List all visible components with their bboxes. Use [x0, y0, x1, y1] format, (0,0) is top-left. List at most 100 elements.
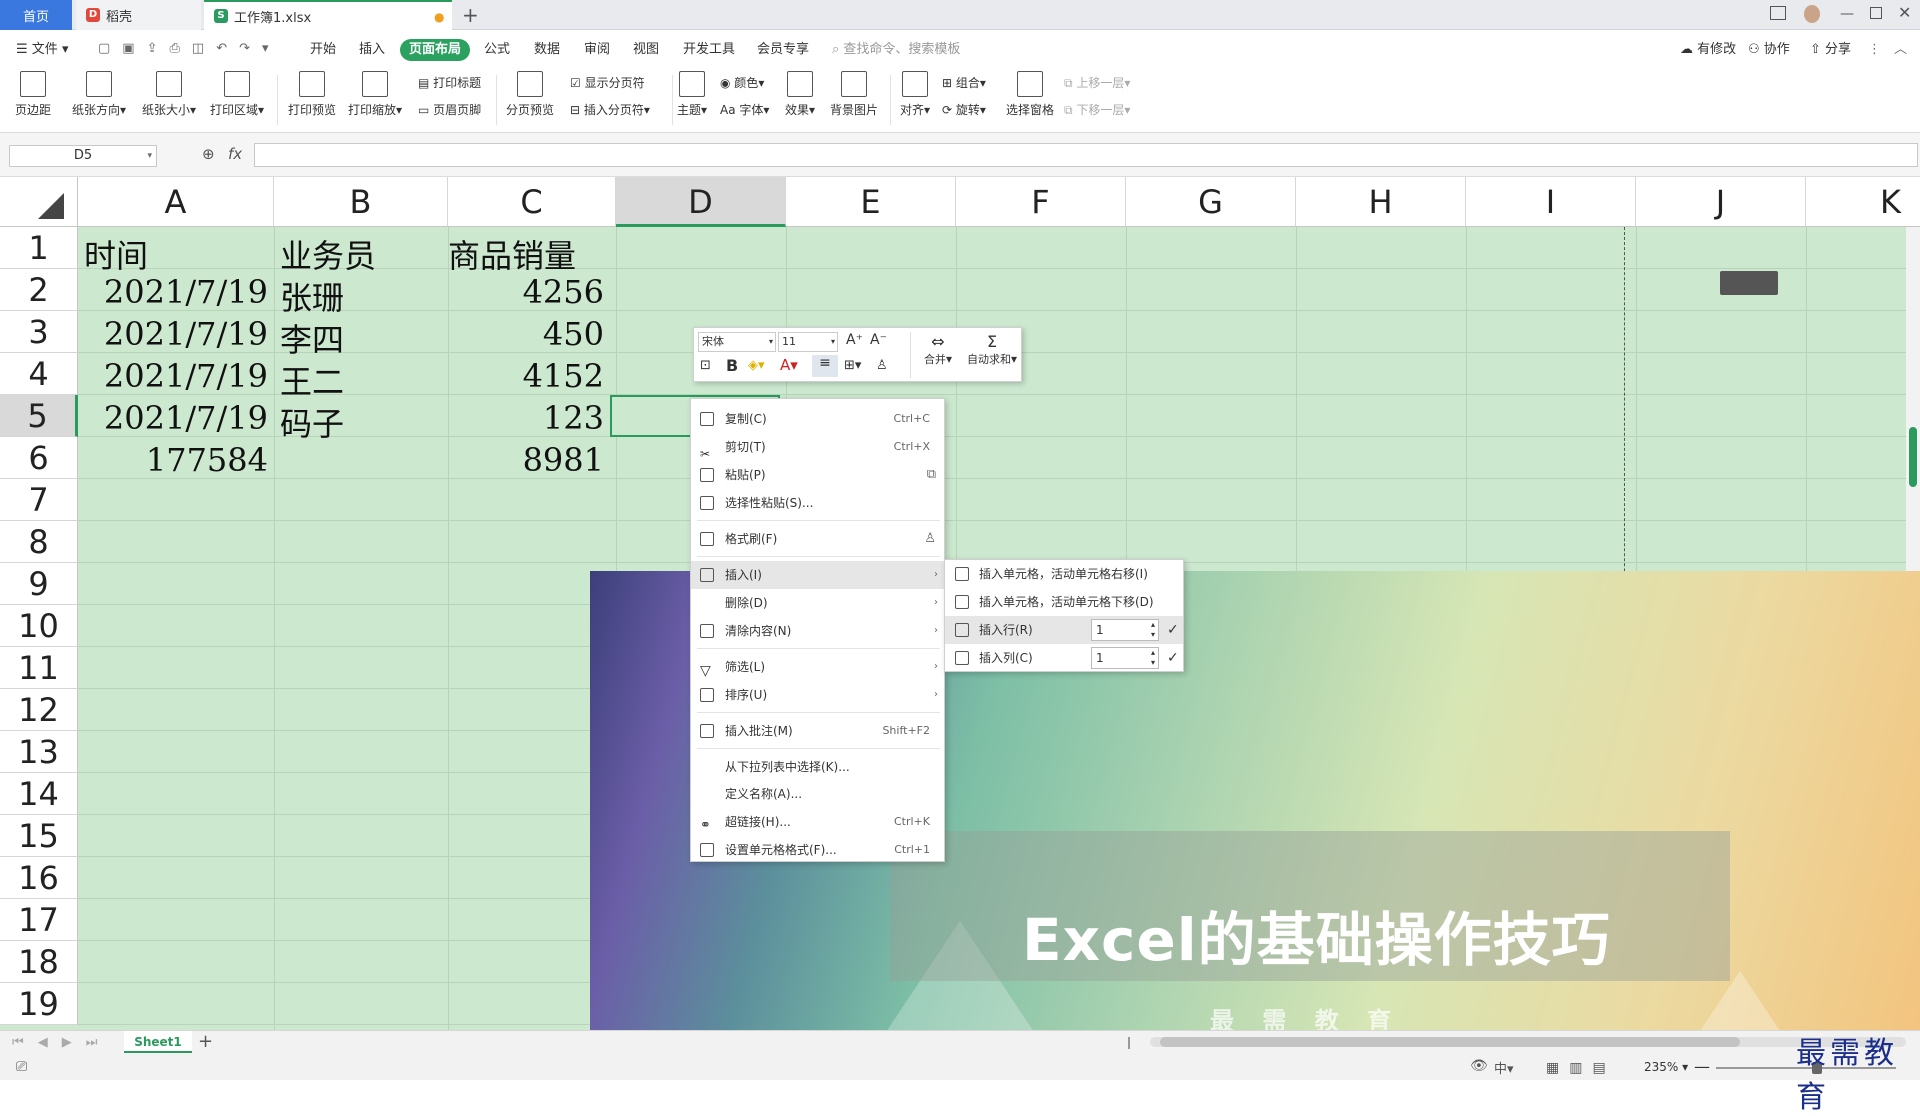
- cell-b4[interactable]: 王二: [280, 357, 344, 403]
- menu-sort[interactable]: 排序(U) ›: [691, 681, 946, 709]
- menu-cut[interactable]: ✂ 剪切(T) Ctrl+X: [691, 433, 946, 461]
- menu-format-painter[interactable]: 格式刷(F) ♙: [691, 525, 946, 553]
- column-header-i[interactable]: I: [1466, 177, 1636, 227]
- cell-a2[interactable]: 2021/7/19: [104, 273, 268, 311]
- preview-icon[interactable]: ◫: [192, 41, 204, 57]
- row-header-6[interactable]: 6: [0, 437, 78, 479]
- column-header-b[interactable]: B: [274, 177, 448, 227]
- view-mode-icons[interactable]: ▦▥▤: [1546, 1060, 1616, 1076]
- row-header-4[interactable]: 4: [0, 353, 78, 395]
- tab-home[interactable]: 首页: [0, 0, 72, 30]
- print-titles-button[interactable]: ▤ 打印标题: [418, 74, 481, 91]
- menu-page-layout[interactable]: 页面布局: [400, 39, 471, 61]
- menu-member[interactable]: 会员专享: [757, 39, 809, 61]
- redo-icon[interactable]: ↷: [239, 41, 250, 57]
- split-handle-icon[interactable]: [1128, 1037, 1134, 1049]
- margins-button[interactable]: 页边距: [12, 71, 54, 118]
- autosum-button[interactable]: Σ 自动求和▾: [962, 332, 1022, 367]
- row-header-1[interactable]: 1: [0, 227, 78, 269]
- print-area-button[interactable]: 打印区域▾: [208, 71, 266, 118]
- decrease-font-icon[interactable]: A⁻: [870, 332, 887, 348]
- row-header-18[interactable]: 18: [0, 941, 78, 983]
- zoom-level[interactable]: 235% ▾: [1644, 1060, 1688, 1074]
- tab-workbook[interactable]: S 工作簿1.xlsx ●: [204, 0, 452, 30]
- new-tab-button[interactable]: +: [462, 3, 479, 27]
- fx-icon[interactable]: fx: [228, 145, 242, 163]
- vertical-scroll-thumb[interactable]: [1909, 427, 1917, 487]
- name-box[interactable]: D5 ▾: [9, 145, 157, 167]
- menu-review[interactable]: 审阅: [584, 39, 610, 61]
- column-header-c[interactable]: C: [448, 177, 616, 227]
- format-painter-icon[interactable]: ♙: [876, 358, 888, 373]
- colors-button[interactable]: ◉ 颜色▾: [720, 74, 764, 91]
- menu-copy[interactable]: 复制(C) Ctrl+C: [691, 405, 946, 433]
- cell-a4[interactable]: 2021/7/19: [104, 357, 268, 395]
- insert-cells-shift-down[interactable]: 插入单元格，活动单元格下移(D): [945, 588, 1183, 616]
- print-scale-button[interactable]: 打印缩放▾: [346, 71, 404, 118]
- insert-row-item[interactable]: 插入行(R) 1 ▴ ▾ ✓: [945, 616, 1183, 644]
- restore-icon[interactable]: [1870, 7, 1882, 19]
- column-header-h[interactable]: H: [1296, 177, 1466, 227]
- select-all-corner[interactable]: [0, 177, 78, 227]
- horizontal-scrollbar[interactable]: [1150, 1037, 1906, 1047]
- floating-control-icon[interactable]: [1720, 271, 1778, 295]
- column-header-k[interactable]: K: [1806, 177, 1920, 227]
- row-header-13[interactable]: 13: [0, 731, 78, 773]
- column-header-d[interactable]: D: [616, 177, 786, 227]
- input-method-icon[interactable]: 中▾: [1494, 1058, 1514, 1077]
- menu-paste-special[interactable]: 选择性粘贴(S)...: [691, 489, 946, 517]
- font-color-icon[interactable]: A▾: [780, 356, 798, 374]
- print-icon[interactable]: ⎙: [170, 41, 180, 57]
- borders-icon[interactable]: ⊞▾: [844, 358, 861, 373]
- insert-column-item[interactable]: 插入列(C) 1 ▴ ▾ ✓: [945, 644, 1183, 672]
- insert-cells-shift-right[interactable]: 插入单元格，活动单元格右移(I): [945, 560, 1183, 588]
- undo-icon[interactable]: ↶: [216, 41, 227, 57]
- cell-b3[interactable]: 李四: [280, 315, 344, 361]
- save-icon[interactable]: ▣: [122, 41, 134, 57]
- row-header-5[interactable]: 5: [0, 395, 78, 437]
- rotate-button[interactable]: ⟳ 旋转▾: [942, 101, 986, 118]
- formula-input[interactable]: [254, 143, 1918, 167]
- collaborate-button[interactable]: ⚇ 协作: [1748, 39, 1790, 61]
- horizontal-scroll-thumb[interactable]: [1160, 1037, 1740, 1047]
- eye-icon[interactable]: 👁: [1470, 1058, 1488, 1074]
- confirm-check-icon[interactable]: ✓: [1167, 644, 1179, 672]
- cell-a3[interactable]: 2021/7/19: [104, 315, 268, 353]
- font-size-select[interactable]: 11 ▾: [778, 332, 838, 352]
- menu-data[interactable]: 数据: [534, 39, 560, 61]
- cell-b2[interactable]: 张珊: [280, 273, 344, 319]
- cell-c4[interactable]: 4152: [523, 357, 604, 395]
- cell-a1[interactable]: 时间: [84, 231, 148, 277]
- share-button[interactable]: ⇧ 分享: [1810, 39, 1851, 61]
- send-backward-button[interactable]: ⧉ 下移一层▾: [1064, 101, 1130, 118]
- row-header-17[interactable]: 17: [0, 899, 78, 941]
- sheet-nav-arrows-icon[interactable]: ⏮◀▶⏭: [12, 1035, 111, 1050]
- cell-c5[interactable]: 123: [543, 399, 604, 437]
- cell-c1[interactable]: 商品销量: [448, 231, 576, 277]
- align-center-icon[interactable]: ≡: [812, 355, 838, 377]
- bold-icon[interactable]: B: [726, 356, 738, 375]
- insert-column-count-input[interactable]: 1 ▴ ▾: [1091, 647, 1159, 669]
- cell-a5[interactable]: 2021/7/19: [104, 399, 268, 437]
- column-header-f[interactable]: F: [956, 177, 1126, 227]
- row-header-14[interactable]: 14: [0, 773, 78, 815]
- status-icon[interactable]: ⎚: [16, 1059, 27, 1075]
- background-image-button[interactable]: 背景图片: [828, 71, 880, 118]
- row-header-2[interactable]: 2: [0, 269, 78, 311]
- cell-c3[interactable]: 450: [543, 315, 604, 353]
- paper-size-button[interactable]: 纸张大小▾: [140, 71, 198, 118]
- cell-b5[interactable]: 码子: [280, 399, 344, 445]
- row-header-10[interactable]: 10: [0, 605, 78, 647]
- column-header-j[interactable]: J: [1636, 177, 1806, 227]
- row-header-7[interactable]: 7: [0, 479, 78, 521]
- align-button[interactable]: 对齐▾: [898, 71, 932, 118]
- menu-developer[interactable]: 开发工具: [683, 39, 735, 61]
- menu-format-cells[interactable]: 设置单元格格式(F)... Ctrl+1: [691, 836, 946, 864]
- more-options-icon[interactable]: ⋮: [1868, 39, 1881, 61]
- command-search[interactable]: ⌕ 查找命令、搜索模板: [832, 39, 960, 61]
- avatar[interactable]: [1804, 5, 1820, 23]
- fonts-button[interactable]: Aa 字体▾: [720, 101, 769, 118]
- wrap-icon[interactable]: ⊡: [700, 358, 711, 373]
- zoom-formula-icon[interactable]: ⊕: [202, 145, 215, 163]
- menu-insert-comment[interactable]: 插入批注(M) Shift+F2: [691, 717, 946, 745]
